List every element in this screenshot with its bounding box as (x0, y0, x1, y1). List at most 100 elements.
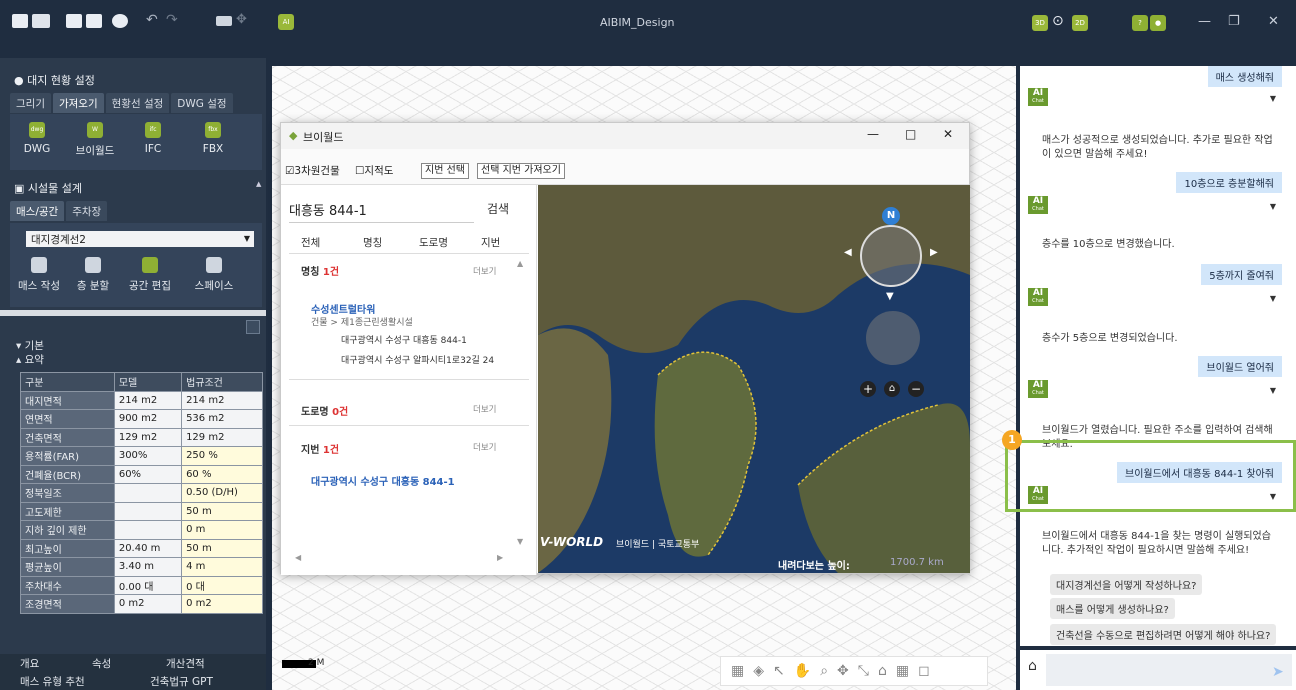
ifc-import-button[interactable]: ifc IFC (130, 122, 176, 155)
view-2d-button[interactable]: 2D (1072, 15, 1088, 31)
maximize-icon[interactable]: □ (905, 127, 916, 141)
lot-result-link[interactable]: 대구광역시 수성구 대흥동 844-1 (311, 473, 455, 488)
summary-toggle[interactable]: ▴ 요약 (16, 352, 44, 367)
tab-parking[interactable]: 주차장 (66, 201, 108, 221)
tab-lot[interactable]: 지번 (481, 235, 500, 250)
tab-dwg-settings[interactable]: DWG 설정 (171, 93, 233, 113)
restore-icon[interactable]: ❐ (1228, 14, 1240, 29)
tab-mass-recommend[interactable]: 매스 유형 추천 (20, 674, 85, 689)
scroll-right-icon[interactable]: ▶ (497, 553, 503, 562)
perspective-icon[interactable]: ◻ (918, 663, 930, 679)
redo-icon[interactable]: ↷ (166, 12, 178, 28)
minimize-icon[interactable]: — (867, 127, 879, 141)
road-more-link[interactable]: 더보기 (473, 403, 496, 415)
minimize-icon[interactable]: — (1198, 14, 1211, 29)
pan-icon[interactable]: ✋ (794, 663, 811, 679)
basic-toggle[interactable]: ▾ 기본 (16, 338, 44, 353)
tab-name[interactable]: 명칭 (363, 235, 382, 250)
regulation-value[interactable]: 0 m2 (181, 594, 263, 614)
regulation-value[interactable]: 50 m (181, 538, 263, 558)
scroll-left-icon[interactable]: ◀ (295, 553, 301, 562)
orbit-icon[interactable]: ✥ (837, 663, 849, 679)
tilt-control[interactable] (866, 311, 920, 365)
mass-create-button[interactable]: 매스 작성 (12, 257, 66, 293)
fbx-import-button[interactable]: fbx FBX (190, 122, 236, 155)
expand-icon[interactable]: ▼ (1270, 202, 1276, 211)
import-lot-button[interactable]: 선택 지번 가져오기 (477, 163, 565, 179)
expand-icon[interactable]: ▼ (1270, 94, 1276, 103)
attach-icon[interactable]: ⌂ (1028, 658, 1037, 674)
space-edit-button[interactable]: 공간 편집 (120, 257, 180, 293)
tab-status-line[interactable]: 현황선 설정 (105, 93, 170, 113)
tab-properties[interactable]: 속성 (92, 656, 111, 671)
measure-icon[interactable]: ⤡ (858, 663, 869, 679)
name-result-title[interactable]: 수성센트럴타워 (311, 301, 375, 316)
scroll-up-icon[interactable]: ▲ (517, 259, 523, 268)
check-cadastral[interactable]: ☐지적도 (355, 163, 393, 178)
save-as-icon[interactable] (86, 14, 102, 28)
regulation-value[interactable]: 129 m2 (181, 427, 263, 447)
space-button[interactable]: 스페이스 (184, 257, 244, 293)
ai-chat-icon[interactable]: AI (278, 14, 294, 30)
zoom-out-icon[interactable]: − (908, 381, 924, 397)
splitter[interactable] (0, 310, 266, 316)
search-button[interactable]: 검색 (487, 200, 509, 217)
name-more-link[interactable]: 더보기 (473, 265, 496, 277)
select-lot-button[interactable]: 지번 선택 (421, 163, 469, 179)
close-icon[interactable]: ✕ (943, 127, 953, 141)
close-icon[interactable]: ✕ (1268, 14, 1279, 29)
regulation-value[interactable]: 0 대 (181, 575, 263, 595)
open-folder-icon[interactable] (32, 14, 50, 28)
view-3d-button[interactable]: 3D (1032, 15, 1048, 31)
send-icon[interactable]: ➤ (1272, 664, 1284, 680)
compass-north-icon[interactable]: N (882, 207, 900, 225)
tab-all[interactable]: 전체 (301, 235, 320, 250)
lot-more-link[interactable]: 더보기 (473, 441, 496, 453)
expand-icon[interactable]: ▼ (1270, 294, 1276, 303)
regulation-value[interactable]: 0 m (181, 520, 263, 540)
home-icon[interactable]: ⌂ (884, 381, 900, 397)
tab-draw[interactable]: 그리기 (10, 93, 51, 113)
tilt-down-icon[interactable]: ▼ (886, 291, 894, 302)
rotate-right-icon[interactable]: ▶ (930, 247, 938, 258)
expand-icon[interactable]: ▼ (1270, 386, 1276, 395)
move-icon[interactable]: ✥ (236, 12, 247, 27)
regulation-value[interactable]: 250 % (181, 446, 263, 466)
suggestion-chip[interactable]: 대지경계선을 어떻게 작성하나요? (1050, 574, 1203, 595)
satellite-map[interactable]: N ◀ ▶ ▼ + ⌂ − V-WORLD 브이월드 | 국토교통부 내려다보는… (538, 185, 970, 573)
vworld-import-button[interactable]: W 브이월드 (72, 122, 118, 158)
regulation-value[interactable]: 50 m (181, 501, 263, 521)
settings-icon[interactable] (112, 14, 128, 28)
regulation-value[interactable]: 0.50 (D/H) (181, 483, 263, 503)
layout-icon[interactable] (216, 16, 232, 26)
tab-estimate[interactable]: 개산견적 (166, 656, 205, 671)
suggestion-chip[interactable]: 건축선을 수동으로 편집하려면 어떻게 해야 하나요? (1050, 624, 1277, 645)
tab-mass-space[interactable]: 매스/공간 (10, 201, 65, 221)
box-icon[interactable]: ◈ (753, 663, 764, 679)
floor-split-button[interactable]: 층 분할 (70, 257, 116, 293)
help-icon[interactable]: ? (1132, 15, 1148, 31)
home-view-icon[interactable]: ⌂ (878, 663, 887, 679)
user-icon[interactable]: ● (1150, 15, 1166, 31)
collapse-icon[interactable]: ▲ (256, 180, 261, 188)
regulation-value[interactable]: 214 m2 (181, 390, 263, 410)
undo-icon[interactable]: ↶ (146, 12, 158, 28)
pointer-icon[interactable]: ↖ (773, 663, 785, 679)
tab-road[interactable]: 도로명 (419, 235, 448, 250)
tab-overview[interactable]: 개요 (20, 656, 39, 671)
save-icon[interactable] (66, 14, 82, 28)
suggestion-chip[interactable]: 매스를 어떻게 생성하나요? (1050, 598, 1175, 619)
zoom-window-icon[interactable]: ⌕ (820, 663, 828, 679)
zoom-in-icon[interactable]: + (860, 381, 876, 397)
tab-import[interactable]: 가져오기 (52, 93, 104, 113)
grid-toggle-icon[interactable]: ▦ (896, 663, 909, 679)
tab-building-law-gpt[interactable]: 건축법규 GPT (150, 674, 213, 689)
regulation-value[interactable]: 4 m (181, 557, 263, 577)
rotate-control[interactable] (860, 225, 922, 287)
check-3d-building[interactable]: ☑3차원건물 (285, 163, 340, 178)
display-icon[interactable]: ▦ (731, 663, 744, 679)
regulation-value[interactable]: 536 m2 (181, 409, 263, 429)
regulation-value[interactable]: 60 % (181, 464, 263, 484)
dwg-import-button[interactable]: dwg DWG (14, 122, 60, 155)
boundary-select[interactable]: 대지경계선2 ▼ (26, 231, 254, 247)
